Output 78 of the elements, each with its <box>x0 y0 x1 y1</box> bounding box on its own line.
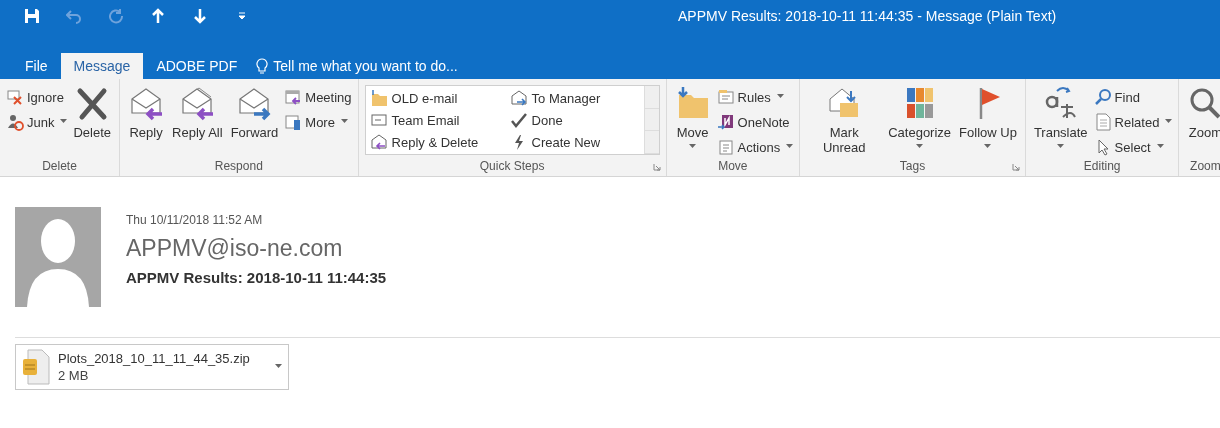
caret-icon <box>916 144 924 148</box>
im-icon <box>284 113 303 131</box>
undo-icon[interactable] <box>66 8 82 24</box>
caret-icon <box>984 144 992 148</box>
window-title: APPMV Results: 2018-10-11 11:44:35 - Message (Plain Text) <box>678 8 1057 24</box>
check-icon <box>509 111 528 129</box>
caret-icon <box>786 143 794 148</box>
caret-icon <box>340 118 348 123</box>
ribbon-tab[interactable]: File <box>12 53 61 79</box>
redo-icon[interactable] <box>108 8 124 24</box>
ribbon-button[interactable]: More <box>284 112 352 132</box>
ribbon-button[interactable]: Actions <box>716 137 794 157</box>
ribbon-button[interactable]: Related <box>1093 112 1173 132</box>
calendar-icon <box>284 88 303 106</box>
ribbon-button[interactable]: Categorize <box>886 85 954 148</box>
message-subject: APPMV Results: 2018-10-11 11:44:35 <box>126 269 387 286</box>
actions-icon <box>716 138 735 156</box>
quick-step[interactable]: To Manager <box>509 88 640 108</box>
ignore-icon <box>6 88 24 106</box>
ribbon-button[interactable]: Rules <box>716 87 794 107</box>
document-icon <box>1093 113 1112 131</box>
arrow-up-icon[interactable] <box>151 8 165 24</box>
caret-icon <box>776 93 784 98</box>
caret-icon <box>1165 118 1173 123</box>
search-icon <box>1093 88 1112 106</box>
customize-icon[interactable] <box>238 12 246 20</box>
ribbon-button[interactable]: Translate <box>1031 85 1090 148</box>
ribbon-button[interactable]: Follow Up <box>957 85 1019 148</box>
card-icon <box>369 111 388 129</box>
ribbon-button[interactable]: Find <box>1093 87 1173 107</box>
quick-step[interactable]: Done <box>509 110 640 130</box>
quick-step[interactable]: Team Email <box>369 110 510 130</box>
dialog-launcher-icon[interactable] <box>652 163 661 171</box>
ribbon-tab[interactable]: Message <box>60 53 144 79</box>
caret-icon <box>60 118 68 123</box>
quick-step[interactable]: Create New <box>509 132 640 152</box>
caret-icon <box>1156 143 1164 148</box>
dialog-launcher-icon[interactable] <box>1011 163 1020 171</box>
group-label: Tags <box>899 158 926 175</box>
group-label: Zoom <box>1190 158 1220 175</box>
attachment-name: Plots_2018_10_11_11_44_35.zip <box>58 351 251 366</box>
group-label: Quick Steps <box>479 158 545 175</box>
rules-icon <box>716 88 735 106</box>
group-label: Delete <box>42 158 77 175</box>
caret-icon <box>689 144 697 148</box>
group-label: Respond <box>214 158 263 175</box>
junk-icon <box>6 113 24 131</box>
ribbon-button[interactable]: Forward <box>228 85 281 140</box>
attachment-size: 2 MB <box>58 368 90 383</box>
ribbon-button[interactable]: Meeting <box>284 87 352 107</box>
caret-icon <box>275 363 282 368</box>
group-label: Editing <box>1083 158 1121 175</box>
ribbon-button[interactable]: Mark Unread <box>806 85 883 155</box>
ribbon-button[interactable]: Delete <box>71 85 114 140</box>
ribbon-button[interactable]: Reply All <box>170 85 225 140</box>
envelope-arrow-icon <box>509 89 528 107</box>
arrow-down-icon[interactable] <box>193 8 207 24</box>
attachment[interactable]: Plots_2018_10_11_11_44_35.zip 2 MB <box>15 344 289 390</box>
quick-step[interactable]: Reply & Delete <box>369 132 510 152</box>
zip-file-icon <box>22 349 50 385</box>
ribbon-button[interactable]: Junk <box>6 112 68 132</box>
ribbon-button[interactable]: OneNote <box>716 112 794 132</box>
lightbulb-icon <box>256 57 269 75</box>
reply-all-icon <box>179 85 216 121</box>
ribbon-button[interactable]: Move <box>672 85 713 148</box>
onenote-icon <box>716 113 735 131</box>
envelope-arrow-icon <box>369 133 388 151</box>
sender-address: APPMV@iso-ne.com <box>126 235 344 262</box>
folder-icon <box>369 89 388 107</box>
quick-step[interactable]: OLD e-mail <box>369 88 510 108</box>
ribbon-button[interactable]: Ignore <box>6 87 68 107</box>
sent-date: Thu 10/11/2018 11:52 AM <box>126 213 264 227</box>
tell-me-field[interactable]: Tell me what you want to do... <box>273 58 458 74</box>
ribbon-button[interactable]: Select <box>1093 137 1173 157</box>
ribbon-tab[interactable]: ADOBE PDF <box>143 53 251 79</box>
ribbon-button[interactable]: Reply <box>126 85 167 140</box>
group-label: Move <box>718 158 748 175</box>
caret-icon <box>1057 144 1065 148</box>
